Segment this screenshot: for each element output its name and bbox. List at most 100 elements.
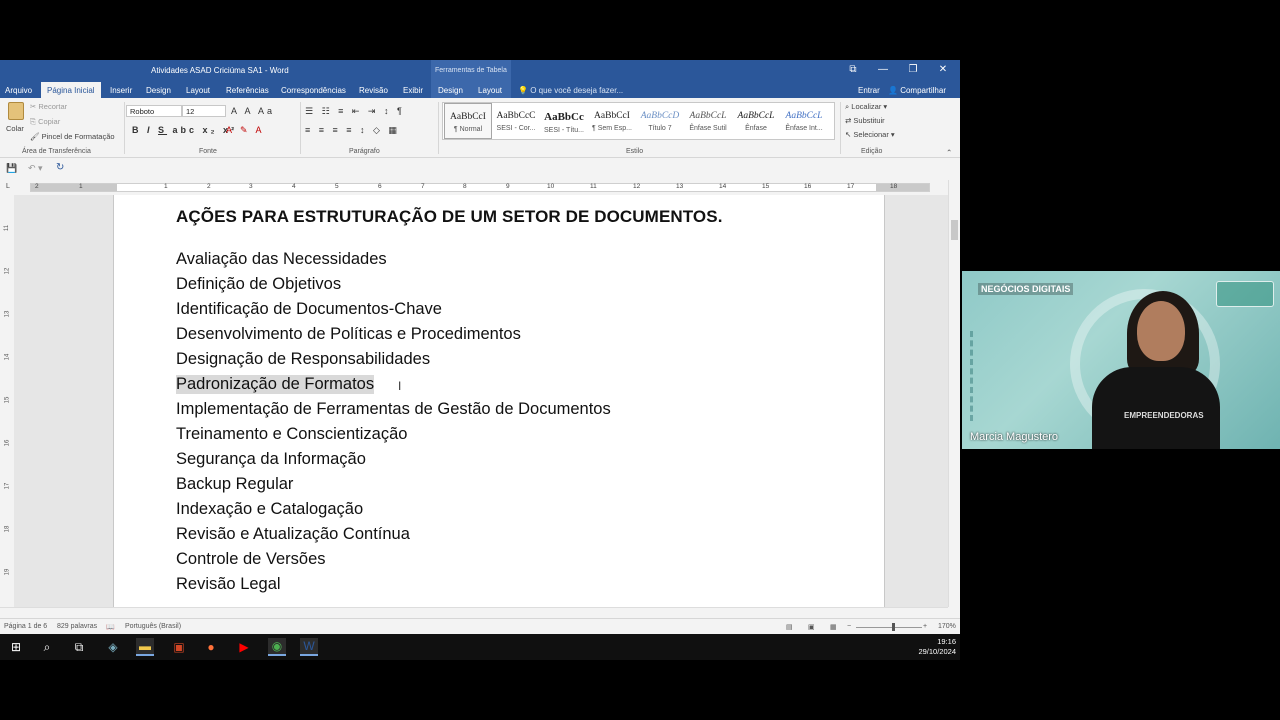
participant-video[interactable]: NEGÓCIOS DIGITAIS EMPREENDEDORAS Marcia … bbox=[962, 271, 1280, 449]
table-tools-title: Ferramentas de Tabela bbox=[431, 60, 511, 82]
shirt-text: EMPREENDEDORAS bbox=[1124, 411, 1204, 420]
tab-correspondencias[interactable]: Correspondências bbox=[281, 86, 346, 95]
zoom-out-icon[interactable]: − bbox=[847, 623, 851, 630]
tab-exibir[interactable]: Exibir bbox=[403, 86, 423, 95]
tab-inserir[interactable]: Inserir bbox=[110, 86, 132, 95]
vertical-ruler[interactable]: 11 12 13 14 15 16 17 18 19 bbox=[0, 195, 14, 607]
font-size-box[interactable]: 12 bbox=[182, 105, 226, 117]
word-icon[interactable]: W bbox=[300, 638, 318, 656]
style-enfase[interactable]: AaBbCcL Ênfase bbox=[732, 103, 780, 139]
tab-revisao[interactable]: Revisão bbox=[359, 86, 388, 95]
youtube-icon[interactable]: ▶ bbox=[235, 638, 253, 656]
style-enfase-sutil[interactable]: AaBbCcL Ênfase Sutil bbox=[684, 103, 732, 139]
search-icon[interactable]: ⌕ bbox=[38, 638, 56, 656]
format-painter-button[interactable]: 🖌 Pincel de Formatação bbox=[30, 132, 115, 141]
tab-arquivo[interactable]: Arquivo bbox=[5, 86, 32, 95]
tell-me-box[interactable]: 💡 O que você deseja fazer... bbox=[518, 86, 623, 95]
find-button[interactable]: ⌕ Localizar ▾ bbox=[845, 102, 887, 112]
list-item-selected: Padronização de Formatos bbox=[176, 375, 375, 394]
redo-icon[interactable]: ↻ bbox=[56, 162, 64, 173]
document-page[interactable]: AÇÕES PARA ESTRUTURAÇÃO DE UM SETOR DE D… bbox=[113, 195, 885, 607]
chrome-icon[interactable]: ◉ bbox=[268, 638, 286, 656]
vruler-tick: 19 bbox=[4, 568, 11, 576]
ruler-tick: 5 bbox=[335, 183, 339, 190]
page-count[interactable]: Página 1 de 6 bbox=[4, 623, 47, 630]
tell-me-text: O que você deseja fazer... bbox=[530, 86, 624, 95]
taskbar: ⊞ ⌕ ⧉ ◈ ▬ ▣ ● ▶ ◉ W 19:16 29/10/2024 bbox=[0, 634, 960, 660]
save-icon[interactable]: 💾 bbox=[6, 163, 17, 174]
restore-icon[interactable]: ❐ bbox=[906, 64, 920, 75]
vruler-tick: 17 bbox=[4, 482, 11, 490]
minimize-icon[interactable]: — bbox=[876, 64, 890, 75]
ruler-tick: 1 bbox=[164, 183, 168, 190]
clock[interactable]: 19:16 29/10/2024 bbox=[918, 637, 956, 657]
style-sesi-titulo[interactable]: AaBbCc SESI - Títu... bbox=[540, 103, 588, 139]
style-name: ¶ Sem Esp... bbox=[592, 125, 632, 132]
collapse-ribbon-icon[interactable]: ⌃ bbox=[946, 148, 952, 157]
zoom-slider[interactable] bbox=[856, 627, 922, 628]
ribbon-display-icon[interactable]: ⧉ bbox=[846, 64, 860, 75]
print-layout-icon[interactable]: ▣ bbox=[808, 623, 815, 631]
style-sem-espaco[interactable]: AaBbCcI ¶ Sem Esp... bbox=[588, 103, 636, 139]
horizontal-ruler[interactable]: 2 1 1 2 3 4 5 6 7 8 9 10 11 12 13 14 15 … bbox=[30, 183, 930, 192]
font-format-buttons[interactable]: B I S abc x₂ x² bbox=[132, 125, 237, 135]
style-enfase-intensa[interactable]: AaBbCcL Ênfase Int... bbox=[780, 103, 828, 139]
proofing-icon[interactable]: 📖 bbox=[106, 623, 115, 631]
firefox-icon[interactable]: ● bbox=[202, 638, 220, 656]
cut-label: Recortar bbox=[38, 102, 68, 111]
signin-link[interactable]: Entrar bbox=[858, 86, 880, 95]
paste-button[interactable]: Colar bbox=[6, 102, 26, 136]
tab-table-design[interactable]: Design bbox=[438, 86, 463, 95]
file-explorer-icon[interactable]: ▬ bbox=[136, 638, 154, 656]
word-count[interactable]: 829 palavras bbox=[57, 623, 97, 630]
zoom-level[interactable]: 170% bbox=[938, 623, 956, 630]
badge-prefix: NEGÓCIOS bbox=[981, 284, 1030, 294]
font-size-buttons[interactable]: A A Aa bbox=[231, 106, 275, 116]
editing-group-label: Edição bbox=[861, 148, 883, 155]
app-icon[interactable]: ◈ bbox=[104, 638, 122, 656]
style-titulo-7[interactable]: AaBbCcD Título 7 bbox=[636, 103, 684, 139]
ruler-right-margin bbox=[876, 184, 929, 191]
word-window: Atividades ASAD Criciúma SA1 - Word Ferr… bbox=[0, 60, 960, 634]
list-item: Desenvolvimento de Políticas e Procedime… bbox=[176, 325, 521, 343]
style-preview: AaBbCcI bbox=[450, 112, 486, 122]
style-normal[interactable]: AaBbCcI ¶ Normal bbox=[444, 103, 492, 139]
cut-button[interactable]: ✂ Recortar bbox=[30, 102, 67, 111]
tab-table-layout[interactable]: Layout bbox=[478, 86, 502, 95]
close-icon[interactable]: ✕ bbox=[936, 64, 950, 75]
list-buttons[interactable]: ☰ ☷ ≡ ⇤ ⇥ ↕ ¶ bbox=[305, 106, 405, 117]
copy-label: Copiar bbox=[38, 117, 61, 126]
tab-referencias[interactable]: Referências bbox=[226, 86, 269, 95]
language-indicator[interactable]: Português (Brasil) bbox=[125, 623, 181, 630]
scroll-thumb[interactable] bbox=[951, 220, 958, 240]
horizontal-scrollbar[interactable] bbox=[0, 607, 948, 617]
zoom-in-icon[interactable]: + bbox=[923, 623, 927, 630]
windows-start-icon[interactable]: ⊞ bbox=[7, 638, 25, 656]
copy-button[interactable]: ⎘ Copiar bbox=[30, 117, 60, 127]
list-item: Segurança da Informação bbox=[176, 450, 366, 468]
style-preview: AaBbCcL bbox=[737, 111, 775, 121]
ruler-tick: 15 bbox=[762, 183, 770, 190]
style-name: SESI - Cor... bbox=[496, 125, 536, 132]
share-button[interactable]: 👤 Compartilhar bbox=[888, 86, 946, 95]
replace-button[interactable]: ⇄ Substituir bbox=[845, 116, 885, 125]
style-sesi-cor[interactable]: AaBbCcC SESI - Cor... bbox=[492, 103, 540, 139]
font-color-buttons[interactable]: A ✎ A bbox=[226, 125, 265, 136]
align-buttons[interactable]: ≡ ≡ ≡ ≡ ↕ ◇ ▦ bbox=[305, 125, 400, 136]
style-preview: AaBbCcL bbox=[785, 111, 823, 121]
task-view-icon[interactable]: ⧉ bbox=[70, 638, 88, 656]
tab-layout[interactable]: Layout bbox=[186, 86, 210, 95]
tab-pagina-inicial[interactable]: Página Inicial bbox=[41, 82, 101, 98]
zoom-slider-handle[interactable] bbox=[892, 623, 895, 631]
tab-selector[interactable]: L bbox=[6, 183, 10, 190]
web-layout-icon[interactable]: ▦ bbox=[830, 623, 837, 631]
read-mode-icon[interactable]: ▤ bbox=[786, 623, 793, 631]
vertical-scrollbar[interactable] bbox=[948, 180, 960, 607]
powerpoint-icon[interactable]: ▣ bbox=[170, 638, 188, 656]
undo-icon[interactable]: ↶ ▾ bbox=[28, 163, 43, 174]
list-item: Implementação de Ferramentas de Gestão d… bbox=[176, 400, 611, 418]
tab-design[interactable]: Design bbox=[146, 86, 171, 95]
font-name-box[interactable]: Roboto bbox=[126, 105, 182, 117]
ruler-tick: 6 bbox=[378, 183, 382, 190]
select-button[interactable]: ↖ Selecionar ▾ bbox=[845, 130, 895, 139]
